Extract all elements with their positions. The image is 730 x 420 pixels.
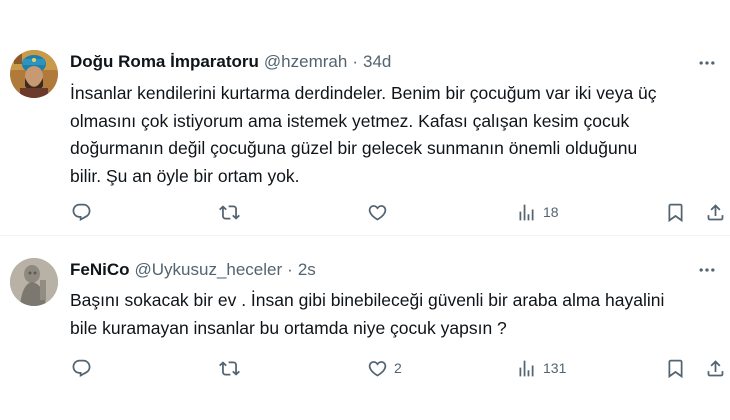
timestamp[interactable]: 34d xyxy=(363,52,391,72)
reply-button[interactable] xyxy=(71,198,98,226)
reply-icon xyxy=(72,203,91,221)
separator-dot: · xyxy=(287,260,293,279)
views-button[interactable]: 18 xyxy=(516,198,559,226)
display-name[interactable]: Doğu Roma İmparatoru xyxy=(70,52,259,72)
tweet-header: Doğu Roma İmparatoru @hzemrah · 34d xyxy=(70,50,391,74)
views-icon xyxy=(519,360,534,376)
tweet-header: FeNiCo @Uykusuz_heceler · 2s xyxy=(70,258,316,282)
user-handle[interactable]: @hzemrah xyxy=(264,52,347,72)
share-icon xyxy=(707,359,724,376)
tweet-text-line: bile kuramayan insanlar bu ortamda niye … xyxy=(70,317,507,338)
tweet-text-line: olmasını çok istiyorum ama istemek yetme… xyxy=(70,110,630,131)
tweet[interactable]: FeNiCo @Uykusuz_heceler · 2s Başını soka… xyxy=(0,237,730,420)
separator-dot: · xyxy=(352,52,358,71)
more-icon[interactable] xyxy=(696,52,718,74)
bookmark-button[interactable] xyxy=(665,198,686,226)
avatar[interactable] xyxy=(10,50,58,98)
action-bar: 18 xyxy=(0,198,730,226)
views-button[interactable]: 131 xyxy=(516,354,566,382)
share-button[interactable] xyxy=(705,198,726,226)
avatar[interactable] xyxy=(10,258,58,306)
bookmark-button[interactable] xyxy=(665,354,686,382)
bookmark-icon xyxy=(668,359,683,378)
user-handle[interactable]: @Uykusuz_heceler xyxy=(135,260,283,280)
like-count: 2 xyxy=(394,360,402,376)
heart-icon xyxy=(368,360,387,377)
tweet-text-line: doğurmanın değil çocuğuna güzel bir gele… xyxy=(70,138,638,158)
display-name[interactable]: FeNiCo xyxy=(70,260,130,280)
like-button[interactable]: 2 xyxy=(367,354,402,382)
views-icon xyxy=(519,204,534,220)
like-button[interactable] xyxy=(367,198,394,226)
retweet-button[interactable] xyxy=(219,354,246,382)
reply-button[interactable] xyxy=(71,354,98,382)
view-count: 131 xyxy=(543,360,567,376)
tweet-text: Başını sokacak bir ev . İnsan gibi bineb… xyxy=(70,287,720,342)
share-button[interactable] xyxy=(705,354,726,382)
retweet-button[interactable] xyxy=(219,198,246,226)
tweet[interactable]: Doğu Roma İmparatoru @hzemrah · 34d İnsa… xyxy=(0,0,730,236)
tweet-text-line: bilir. Şu an öyle bir ortam yok. xyxy=(70,165,300,186)
tweet-text: İnsanlar kendilerini kurtarma derdindele… xyxy=(70,80,720,190)
more-icon[interactable] xyxy=(696,259,718,281)
view-count: 18 xyxy=(543,204,559,220)
retweet-icon xyxy=(219,360,240,376)
tweet-text-line: İnsanlar kendilerini kurtarma derdindele… xyxy=(70,83,657,103)
tweet-text-line: Başını sokacak bir ev . İnsan gibi bineb… xyxy=(70,290,665,310)
action-bar: 2 131 xyxy=(0,354,730,382)
share-icon xyxy=(707,203,724,220)
reply-icon xyxy=(72,359,91,377)
bookmark-icon xyxy=(668,203,683,222)
heart-icon xyxy=(368,204,387,221)
timestamp[interactable]: 2s xyxy=(298,260,316,280)
retweet-icon xyxy=(219,204,240,220)
